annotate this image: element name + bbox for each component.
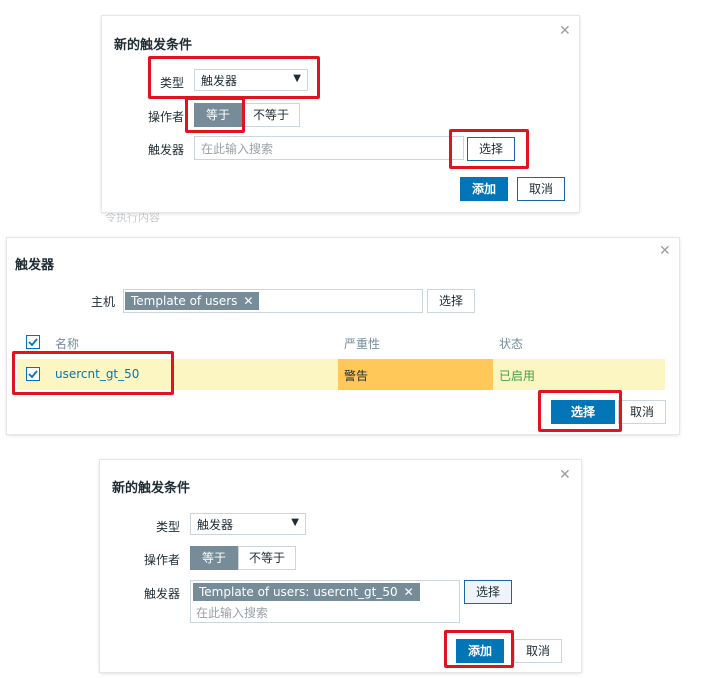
new-condition-dialog: 新的触发条件 ✕ 类型 触发器 ▼ 操作者 等于 不等于 触发器 在此输入搜索 … <box>102 16 579 212</box>
host-select-button[interactable]: 选择 <box>427 289 475 313</box>
type-select[interactable]: 触发器 ▼ <box>190 513 306 535</box>
cancel-button[interactable]: 取消 <box>517 177 565 201</box>
operator-equal-toggle[interactable]: 等于 <box>190 546 238 570</box>
operator-not-equal-toggle[interactable]: 不等于 <box>238 546 296 570</box>
close-icon[interactable]: ✕ <box>559 468 571 482</box>
annotation-box <box>538 390 622 432</box>
operator-label: 操作者 <box>143 553 180 567</box>
annotation-box <box>12 351 174 395</box>
operator-not-equal-toggle[interactable]: 不等于 <box>242 103 300 127</box>
host-tag-label: Template of users <box>131 294 238 308</box>
status-value[interactable]: 已启用 <box>499 367 535 384</box>
trigger-search-placeholder[interactable]: 在此输入搜索 <box>196 604 268 621</box>
trigger-label: 触发器 <box>143 587 180 601</box>
type-select-value: 触发器 <box>197 518 234 532</box>
host-tag: Template of users ✕ <box>125 292 260 310</box>
cancel-button[interactable]: 取消 <box>618 400 666 424</box>
select-all-checkbox[interactable] <box>26 335 40 349</box>
close-icon[interactable]: ✕ <box>559 24 571 38</box>
remove-tag-icon[interactable]: ✕ <box>404 585 414 599</box>
select-button[interactable]: 选择 <box>464 580 512 604</box>
dialog-title: 新的触发条件 <box>114 38 193 53</box>
cancel-button[interactable]: 取消 <box>514 639 562 663</box>
add-button[interactable]: 添加 <box>460 177 508 201</box>
dialog-title: 新的触发条件 <box>112 481 191 496</box>
trigger-label: 触发器 <box>147 143 184 157</box>
chevron-down-icon: ▼ <box>291 517 299 528</box>
column-severity-header: 严重性 <box>344 337 381 351</box>
trigger-search-input[interactable]: 在此输入搜索 <box>194 136 464 160</box>
operator-label: 操作者 <box>147 110 184 124</box>
trigger-tag: Template of users: usercnt_gt_50 ✕ <box>193 583 420 601</box>
remove-tag-icon[interactable]: ✕ <box>243 294 253 308</box>
dialog-title: 触发器 <box>15 258 55 273</box>
trigger-tag-label: Template of users: usercnt_gt_50 <box>199 585 398 599</box>
annotation-box <box>449 129 529 169</box>
annotation-box <box>444 630 514 668</box>
column-name-header[interactable]: 名称 <box>55 335 79 352</box>
column-status-header: 状态 <box>499 337 524 351</box>
type-label: 类型 <box>155 520 180 534</box>
annotation-box <box>185 97 245 133</box>
close-icon[interactable]: ✕ <box>659 244 671 258</box>
severity-value: 警告 <box>344 369 369 383</box>
annotation-box <box>148 56 320 99</box>
host-label: 主机 <box>90 295 115 309</box>
